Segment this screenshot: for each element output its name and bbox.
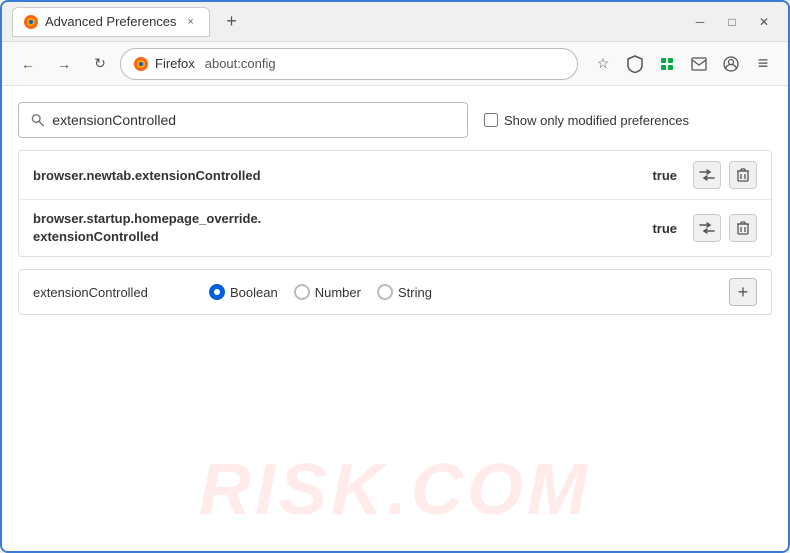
browser-label: Firefox — [155, 56, 195, 71]
firefox-tab-icon — [23, 14, 39, 30]
toggle-icon — [699, 169, 715, 181]
forward-button[interactable]: → — [48, 48, 80, 80]
reload-button[interactable]: ↻ — [84, 48, 116, 80]
search-bar: Show only modified preferences — [18, 102, 772, 138]
row-actions — [693, 214, 757, 242]
delete-button[interactable] — [729, 161, 757, 189]
mail-button[interactable] — [684, 49, 714, 79]
toggle-icon — [699, 222, 715, 234]
pref-name: browser.startup.homepage_override. exten… — [33, 210, 652, 246]
string-label: String — [398, 285, 432, 300]
url-text: about:config — [205, 56, 276, 71]
close-button[interactable]: ✕ — [750, 8, 778, 36]
account-button[interactable] — [716, 49, 746, 79]
table-row[interactable]: browser.startup.homepage_override. exten… — [19, 200, 771, 256]
type-radio-group: Boolean Number String — [209, 284, 713, 300]
tab-close-button[interactable]: × — [183, 14, 199, 30]
nav-icons: ☆ — [588, 49, 778, 79]
account-icon — [723, 56, 739, 72]
search-icon — [31, 113, 44, 127]
firefox-logo-icon — [133, 56, 149, 72]
shield-icon — [627, 55, 643, 73]
extension-button[interactable] — [652, 49, 682, 79]
boolean-label: Boolean — [230, 285, 278, 300]
trash-icon — [737, 221, 749, 235]
string-radio[interactable] — [377, 284, 393, 300]
title-bar: Advanced Preferences × + ─ □ ✕ — [2, 2, 788, 42]
add-preference-row: extensionControlled Boolean Number Strin… — [18, 269, 772, 315]
boolean-option[interactable]: Boolean — [209, 284, 278, 300]
table-row[interactable]: browser.newtab.extensionControlled true — [19, 151, 771, 200]
maximize-button[interactable]: □ — [718, 8, 746, 36]
search-input-wrapper[interactable] — [18, 102, 468, 138]
content-area: RISK.COM Show only modified preferences … — [2, 86, 788, 551]
pref-name-line2: extensionControlled — [33, 228, 652, 246]
number-radio[interactable] — [294, 284, 310, 300]
number-label: Number — [315, 285, 361, 300]
pref-name: browser.newtab.extensionControlled — [33, 168, 652, 183]
search-input[interactable] — [52, 112, 455, 128]
results-table: browser.newtab.extensionControlled true — [18, 150, 772, 257]
show-modified-label: Show only modified preferences — [504, 113, 689, 128]
toggle-button[interactable] — [693, 214, 721, 242]
window-controls: ─ □ ✕ — [686, 8, 778, 36]
mail-icon — [691, 57, 707, 71]
menu-button[interactable]: ≡ — [748, 49, 778, 79]
trash-icon — [737, 168, 749, 182]
row-actions — [693, 161, 757, 189]
browser-window: Advanced Preferences × + ─ □ ✕ ← → ↻ Fir… — [0, 0, 790, 553]
pref-value: true — [652, 168, 677, 183]
browser-tab[interactable]: Advanced Preferences × — [12, 7, 210, 37]
pref-name-line1: browser.startup.homepage_override. — [33, 210, 652, 228]
shield-button[interactable] — [620, 49, 650, 79]
number-option[interactable]: Number — [294, 284, 361, 300]
address-bar[interactable]: Firefox about:config — [120, 48, 578, 80]
watermark: RISK.COM — [199, 449, 591, 531]
extension-icon — [659, 56, 675, 72]
show-modified-option[interactable]: Show only modified preferences — [484, 113, 689, 128]
pref-value: true — [652, 221, 677, 236]
back-button[interactable]: ← — [12, 48, 44, 80]
add-button[interactable]: + — [729, 278, 757, 306]
new-pref-name: extensionControlled — [33, 285, 193, 300]
nav-bar: ← → ↻ Firefox about:config ☆ — [2, 42, 788, 86]
show-modified-checkbox[interactable] — [484, 113, 498, 127]
minimize-button[interactable]: ─ — [686, 8, 714, 36]
star-button[interactable]: ☆ — [588, 49, 618, 79]
string-option[interactable]: String — [377, 284, 432, 300]
boolean-radio[interactable] — [209, 284, 225, 300]
new-tab-button[interactable]: + — [218, 8, 246, 36]
delete-button[interactable] — [729, 214, 757, 242]
toggle-button[interactable] — [693, 161, 721, 189]
tab-title: Advanced Preferences — [45, 14, 177, 29]
